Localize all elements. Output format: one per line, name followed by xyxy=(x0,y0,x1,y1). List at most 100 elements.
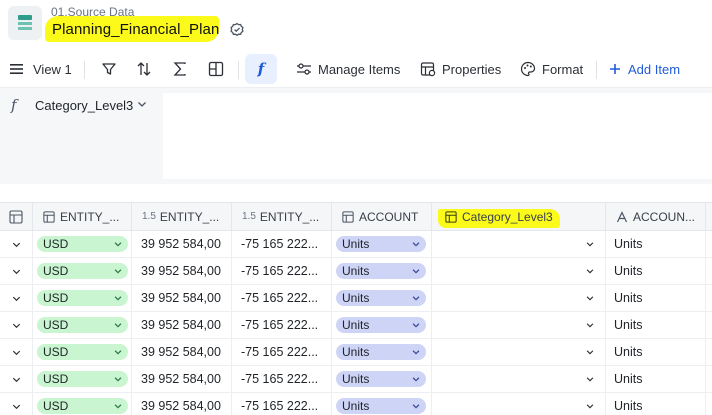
filter-button[interactable] xyxy=(101,50,117,88)
account-cell[interactable]: Units xyxy=(332,312,432,338)
value-cell[interactable]: 39 952 584,00 xyxy=(132,312,232,338)
chevron-down-icon[interactable] xyxy=(11,239,22,250)
column-header-account-text[interactable]: ACCOUN... xyxy=(606,203,706,230)
category-level3-cell[interactable] xyxy=(432,366,606,392)
value-cell[interactable]: 39 952 584,00 xyxy=(132,339,232,365)
table-row[interactable]: USD 39 952 584,00 -75 165 222... Units Units xyxy=(0,285,712,312)
verified-badge-icon[interactable] xyxy=(229,22,245,38)
value-cell[interactable]: -75 165 222... xyxy=(232,393,332,415)
value-cell[interactable]: 39 952 584,00 xyxy=(132,366,232,392)
currency-pill[interactable]: USD xyxy=(37,317,128,333)
chevron-down-icon[interactable] xyxy=(11,293,22,304)
properties-button[interactable]: Properties xyxy=(420,50,501,88)
account-text-cell[interactable]: Units xyxy=(606,393,706,415)
table-row[interactable]: USD 39 952 584,00 -75 165 222... Units Units xyxy=(0,393,712,415)
chevron-down-icon[interactable] xyxy=(136,98,148,110)
account-text-cell[interactable]: Units xyxy=(606,366,706,392)
currency-pill[interactable]: USD xyxy=(37,290,128,306)
chevron-down-icon[interactable] xyxy=(11,266,22,277)
account-cell[interactable]: Units xyxy=(332,339,432,365)
account-pill[interactable]: Units xyxy=(336,317,426,333)
entity-cell[interactable]: USD xyxy=(33,285,132,311)
value-cell[interactable]: 39 952 584,00 xyxy=(132,285,232,311)
chevron-down-icon[interactable] xyxy=(11,401,22,412)
currency-pill[interactable]: USD xyxy=(37,263,128,279)
currency-pill[interactable]: USD xyxy=(37,344,128,360)
column-header-entity-value-2[interactable]: 1.5 ENTITY_... xyxy=(232,203,332,230)
chevron-down-icon[interactable] xyxy=(11,374,22,385)
account-cell[interactable]: Units xyxy=(332,393,432,415)
account-cell[interactable]: Units xyxy=(332,366,432,392)
value-cell[interactable]: -75 165 222... xyxy=(232,258,332,284)
formula-field-selector[interactable]: Category_Level3 xyxy=(35,98,133,113)
account-pill[interactable]: Units xyxy=(336,290,426,306)
currency-pill[interactable]: USD xyxy=(37,398,128,414)
category-level3-cell[interactable] xyxy=(432,393,606,415)
chevron-down-icon[interactable] xyxy=(11,320,22,331)
category-level3-cell[interactable] xyxy=(432,339,606,365)
account-cell[interactable]: Units xyxy=(332,285,432,311)
manage-items-button[interactable]: Manage Items xyxy=(296,50,400,88)
currency-pill[interactable]: USD xyxy=(37,236,128,252)
column-header-entity-value-1[interactable]: 1.5 ENTITY_... xyxy=(132,203,232,230)
sum-button[interactable] xyxy=(173,50,187,88)
account-text-cell[interactable]: Units xyxy=(606,339,706,365)
column-header-account[interactable]: ACCOUNT xyxy=(332,203,432,230)
table-row[interactable]: USD 39 952 584,00 -75 165 222... Units Units xyxy=(0,258,712,285)
category-level3-cell[interactable] xyxy=(432,285,606,311)
chevron-down-icon[interactable] xyxy=(585,347,595,357)
chevron-down-icon[interactable] xyxy=(585,266,595,276)
entity-cell[interactable]: USD xyxy=(33,393,132,415)
account-text-cell[interactable]: Units xyxy=(606,231,706,257)
currency-pill[interactable]: USD xyxy=(37,371,128,387)
account-pill[interactable]: Units xyxy=(336,371,426,387)
sort-button[interactable] xyxy=(136,50,152,88)
table-row[interactable]: USD 39 952 584,00 -75 165 222... Units Units xyxy=(0,366,712,393)
account-text-cell[interactable]: Units xyxy=(606,285,706,311)
category-level3-cell[interactable] xyxy=(432,312,606,338)
value-cell[interactable]: 39 952 584,00 xyxy=(132,393,232,415)
entity-cell[interactable]: USD xyxy=(33,366,132,392)
chevron-down-icon[interactable] xyxy=(585,374,595,384)
table-row[interactable]: USD 39 952 584,00 -75 165 222... Units Units xyxy=(0,312,712,339)
formula-button[interactable]: f xyxy=(245,54,277,84)
value-cell[interactable]: -75 165 222... xyxy=(232,285,332,311)
account-text-cell[interactable]: Units xyxy=(606,258,706,284)
account-cell[interactable]: Units xyxy=(332,231,432,257)
account-text-cell[interactable]: Units xyxy=(606,312,706,338)
account-cell[interactable]: Units xyxy=(332,258,432,284)
chevron-down-icon[interactable] xyxy=(585,320,595,330)
value-cell[interactable]: -75 165 222... xyxy=(232,231,332,257)
chevron-down-icon[interactable] xyxy=(585,401,595,411)
entity-cell[interactable]: USD xyxy=(33,258,132,284)
row-expand-cell[interactable] xyxy=(0,285,33,311)
category-level3-cell[interactable] xyxy=(432,231,606,257)
row-expand-cell[interactable] xyxy=(0,366,33,392)
row-selector-header[interactable] xyxy=(0,203,33,230)
formula-editor[interactable] xyxy=(163,93,712,179)
value-cell[interactable]: 39 952 584,00 xyxy=(132,231,232,257)
row-expand-cell[interactable] xyxy=(0,312,33,338)
row-expand-cell[interactable] xyxy=(0,231,33,257)
entity-cell[interactable]: USD xyxy=(33,231,132,257)
entity-cell[interactable]: USD xyxy=(33,312,132,338)
row-expand-cell[interactable] xyxy=(0,393,33,415)
chevron-down-icon[interactable] xyxy=(11,347,22,358)
column-header-category-level3[interactable]: Category_Level3 xyxy=(432,203,606,230)
table-app-icon[interactable] xyxy=(8,6,42,40)
account-pill[interactable]: Units xyxy=(336,344,426,360)
account-pill[interactable]: Units xyxy=(336,263,426,279)
account-pill[interactable]: Units xyxy=(336,398,426,414)
category-level3-cell[interactable] xyxy=(432,258,606,284)
row-expand-cell[interactable] xyxy=(0,258,33,284)
account-pill[interactable]: Units xyxy=(336,236,426,252)
format-button[interactable]: Format xyxy=(520,50,583,88)
column-header-entity[interactable]: ENTITY_... xyxy=(33,203,132,230)
chevron-down-icon[interactable] xyxy=(585,239,595,249)
value-cell[interactable]: -75 165 222... xyxy=(232,312,332,338)
add-item-button[interactable]: Add Item xyxy=(609,50,680,88)
row-expand-cell[interactable] xyxy=(0,339,33,365)
page-title[interactable]: Planning_Financial_Plan xyxy=(52,21,219,38)
chevron-down-icon[interactable] xyxy=(585,293,595,303)
value-cell[interactable]: 39 952 584,00 xyxy=(132,258,232,284)
